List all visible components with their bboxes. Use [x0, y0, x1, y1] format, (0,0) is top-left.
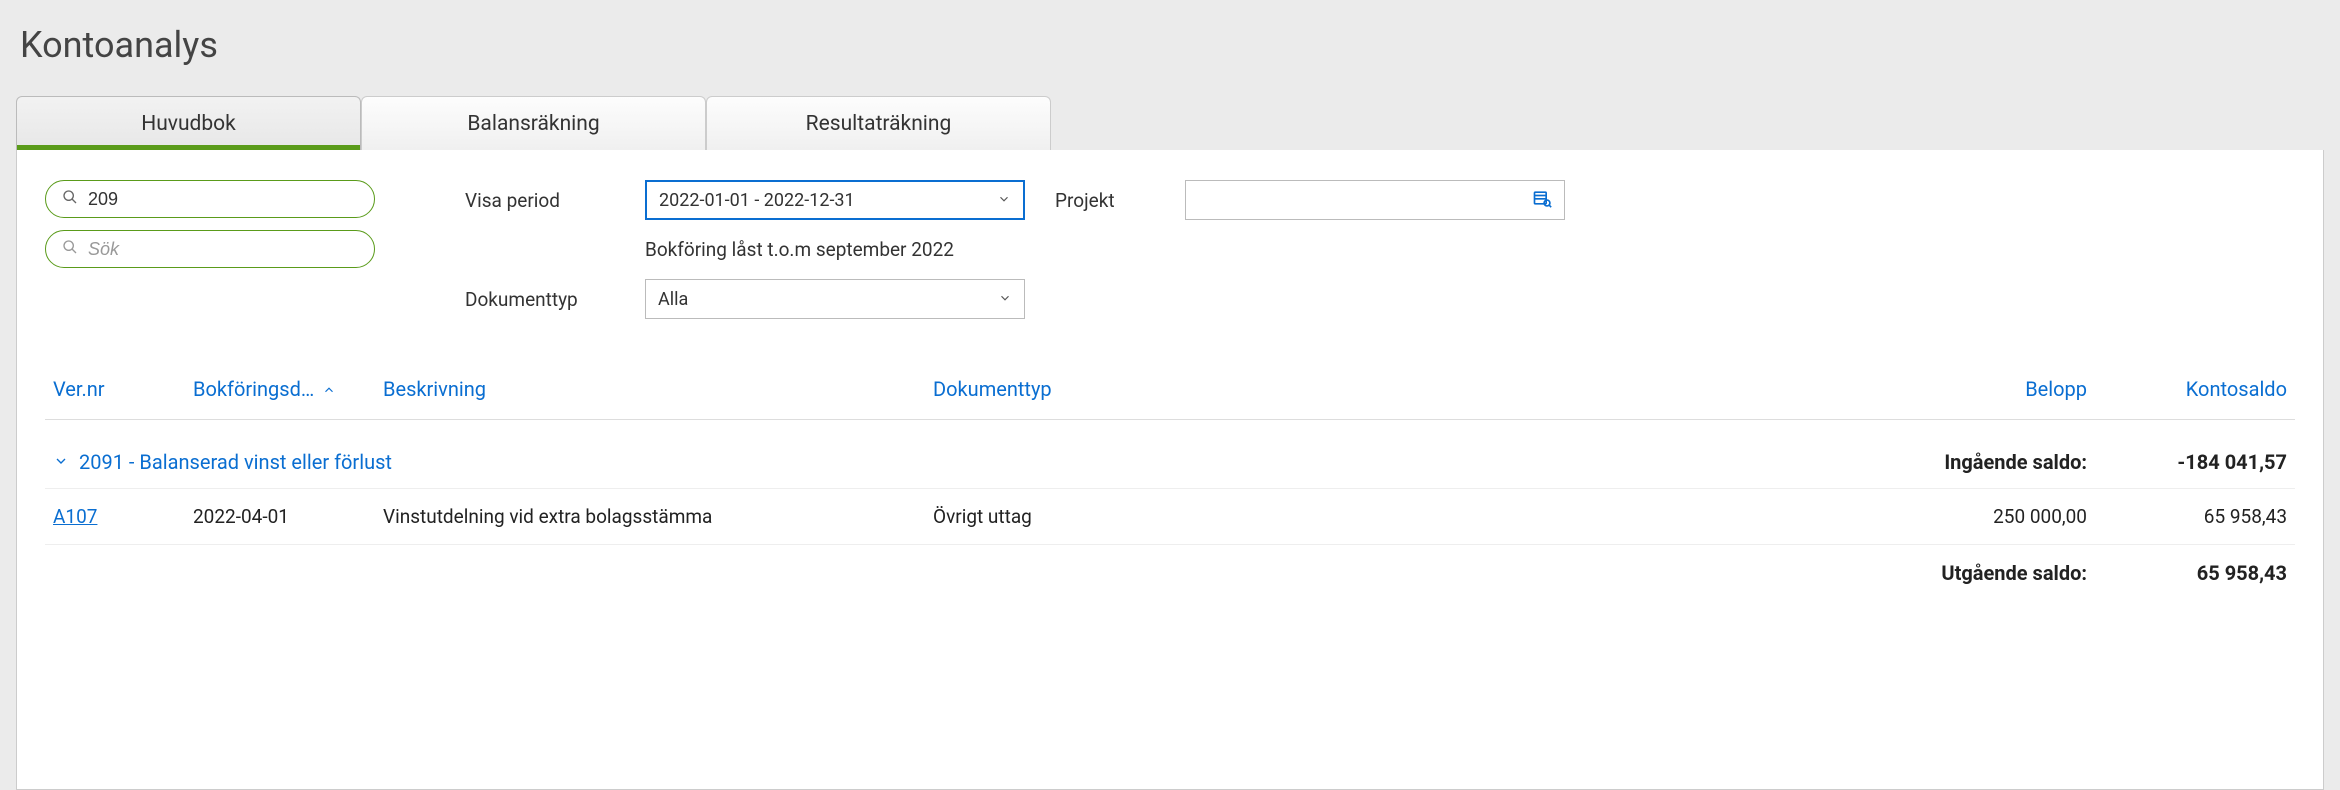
tab-resultatrakning[interactable]: Resultaträkning	[706, 96, 1051, 150]
tab-bar: Huvudbok Balansräkning Resultaträkning	[16, 96, 2324, 150]
doctype-select[interactable]: Alla	[645, 279, 1025, 319]
ledger-table: Ver.nr Bokföringsd… Beskrivning Dokument…	[45, 367, 2295, 595]
doctype-label: Dokumenttyp	[465, 288, 615, 311]
period-select[interactable]: 2022-01-01 - 2022-12-31	[645, 180, 1025, 220]
col-doctype[interactable]: Dokumenttyp	[933, 377, 1233, 401]
account-group-outgoing: Utgående saldo: 65 958,43	[45, 545, 2295, 595]
col-amount[interactable]: Belopp	[1233, 377, 2087, 401]
project-label: Projekt	[1055, 189, 1155, 212]
row-date: 2022-04-01	[193, 505, 383, 528]
outgoing-balance-label: Utgående saldo:	[1233, 561, 2087, 585]
table-header: Ver.nr Bokföringsd… Beskrivning Dokument…	[45, 367, 2295, 420]
table-row: A107 2022-04-01 Vinstutdelning vid extra…	[45, 489, 2295, 545]
search-icon	[62, 239, 78, 260]
col-ver[interactable]: Ver.nr	[53, 377, 193, 401]
project-select[interactable]	[1185, 180, 1565, 220]
account-group-row: 2091 - Balanserad vinst eller förlust In…	[45, 420, 2295, 489]
text-search-wrapper[interactable]	[45, 230, 375, 268]
doctype-value: Alla	[658, 289, 688, 310]
incoming-balance-label: Ingående saldo:	[1233, 450, 2087, 474]
outgoing-balance-value: 65 958,43	[2087, 561, 2287, 585]
tab-huvudbok[interactable]: Huvudbok	[16, 96, 361, 150]
main-panel: Visa period 2022-01-01 - 2022-12-31 Proj…	[16, 150, 2324, 790]
chevron-down-icon	[53, 450, 69, 474]
chevron-down-icon	[998, 289, 1012, 310]
text-search-input[interactable]	[88, 239, 358, 260]
sort-asc-icon	[322, 378, 336, 402]
row-doctype: Övrigt uttag	[933, 505, 1233, 528]
col-desc[interactable]: Beskrivning	[383, 377, 933, 401]
row-desc: Vinstutdelning vid extra bolagsstämma	[383, 505, 933, 528]
col-date-label: Bokföringsd…	[193, 377, 314, 401]
row-balance: 65 958,43	[2087, 505, 2287, 528]
account-group-toggle[interactable]: 2091 - Balanserad vinst eller förlust	[53, 450, 1233, 474]
incoming-balance-value: -184 041,57	[2087, 450, 2287, 474]
period-label: Visa period	[465, 189, 615, 212]
page-title: Kontoanalys	[20, 24, 2324, 66]
voucher-link[interactable]: A107	[53, 505, 97, 528]
account-search-wrapper[interactable]	[45, 180, 375, 218]
row-amount: 250 000,00	[1233, 505, 2087, 528]
chevron-down-icon	[997, 190, 1011, 211]
col-balance[interactable]: Kontosaldo	[2087, 377, 2287, 401]
tab-balansrakning[interactable]: Balansräkning	[361, 96, 706, 150]
period-value: 2022-01-01 - 2022-12-31	[659, 190, 855, 211]
search-icon	[62, 189, 78, 210]
col-date[interactable]: Bokföringsd…	[193, 377, 383, 401]
locked-note: Bokföring låst t.o.m september 2022	[645, 238, 1565, 261]
filter-bar: Visa period 2022-01-01 - 2022-12-31 Proj…	[45, 180, 2295, 319]
account-group-title: 2091 - Balanserad vinst eller förlust	[79, 450, 392, 474]
account-search-input[interactable]	[88, 189, 358, 210]
project-lookup-icon	[1532, 188, 1552, 213]
